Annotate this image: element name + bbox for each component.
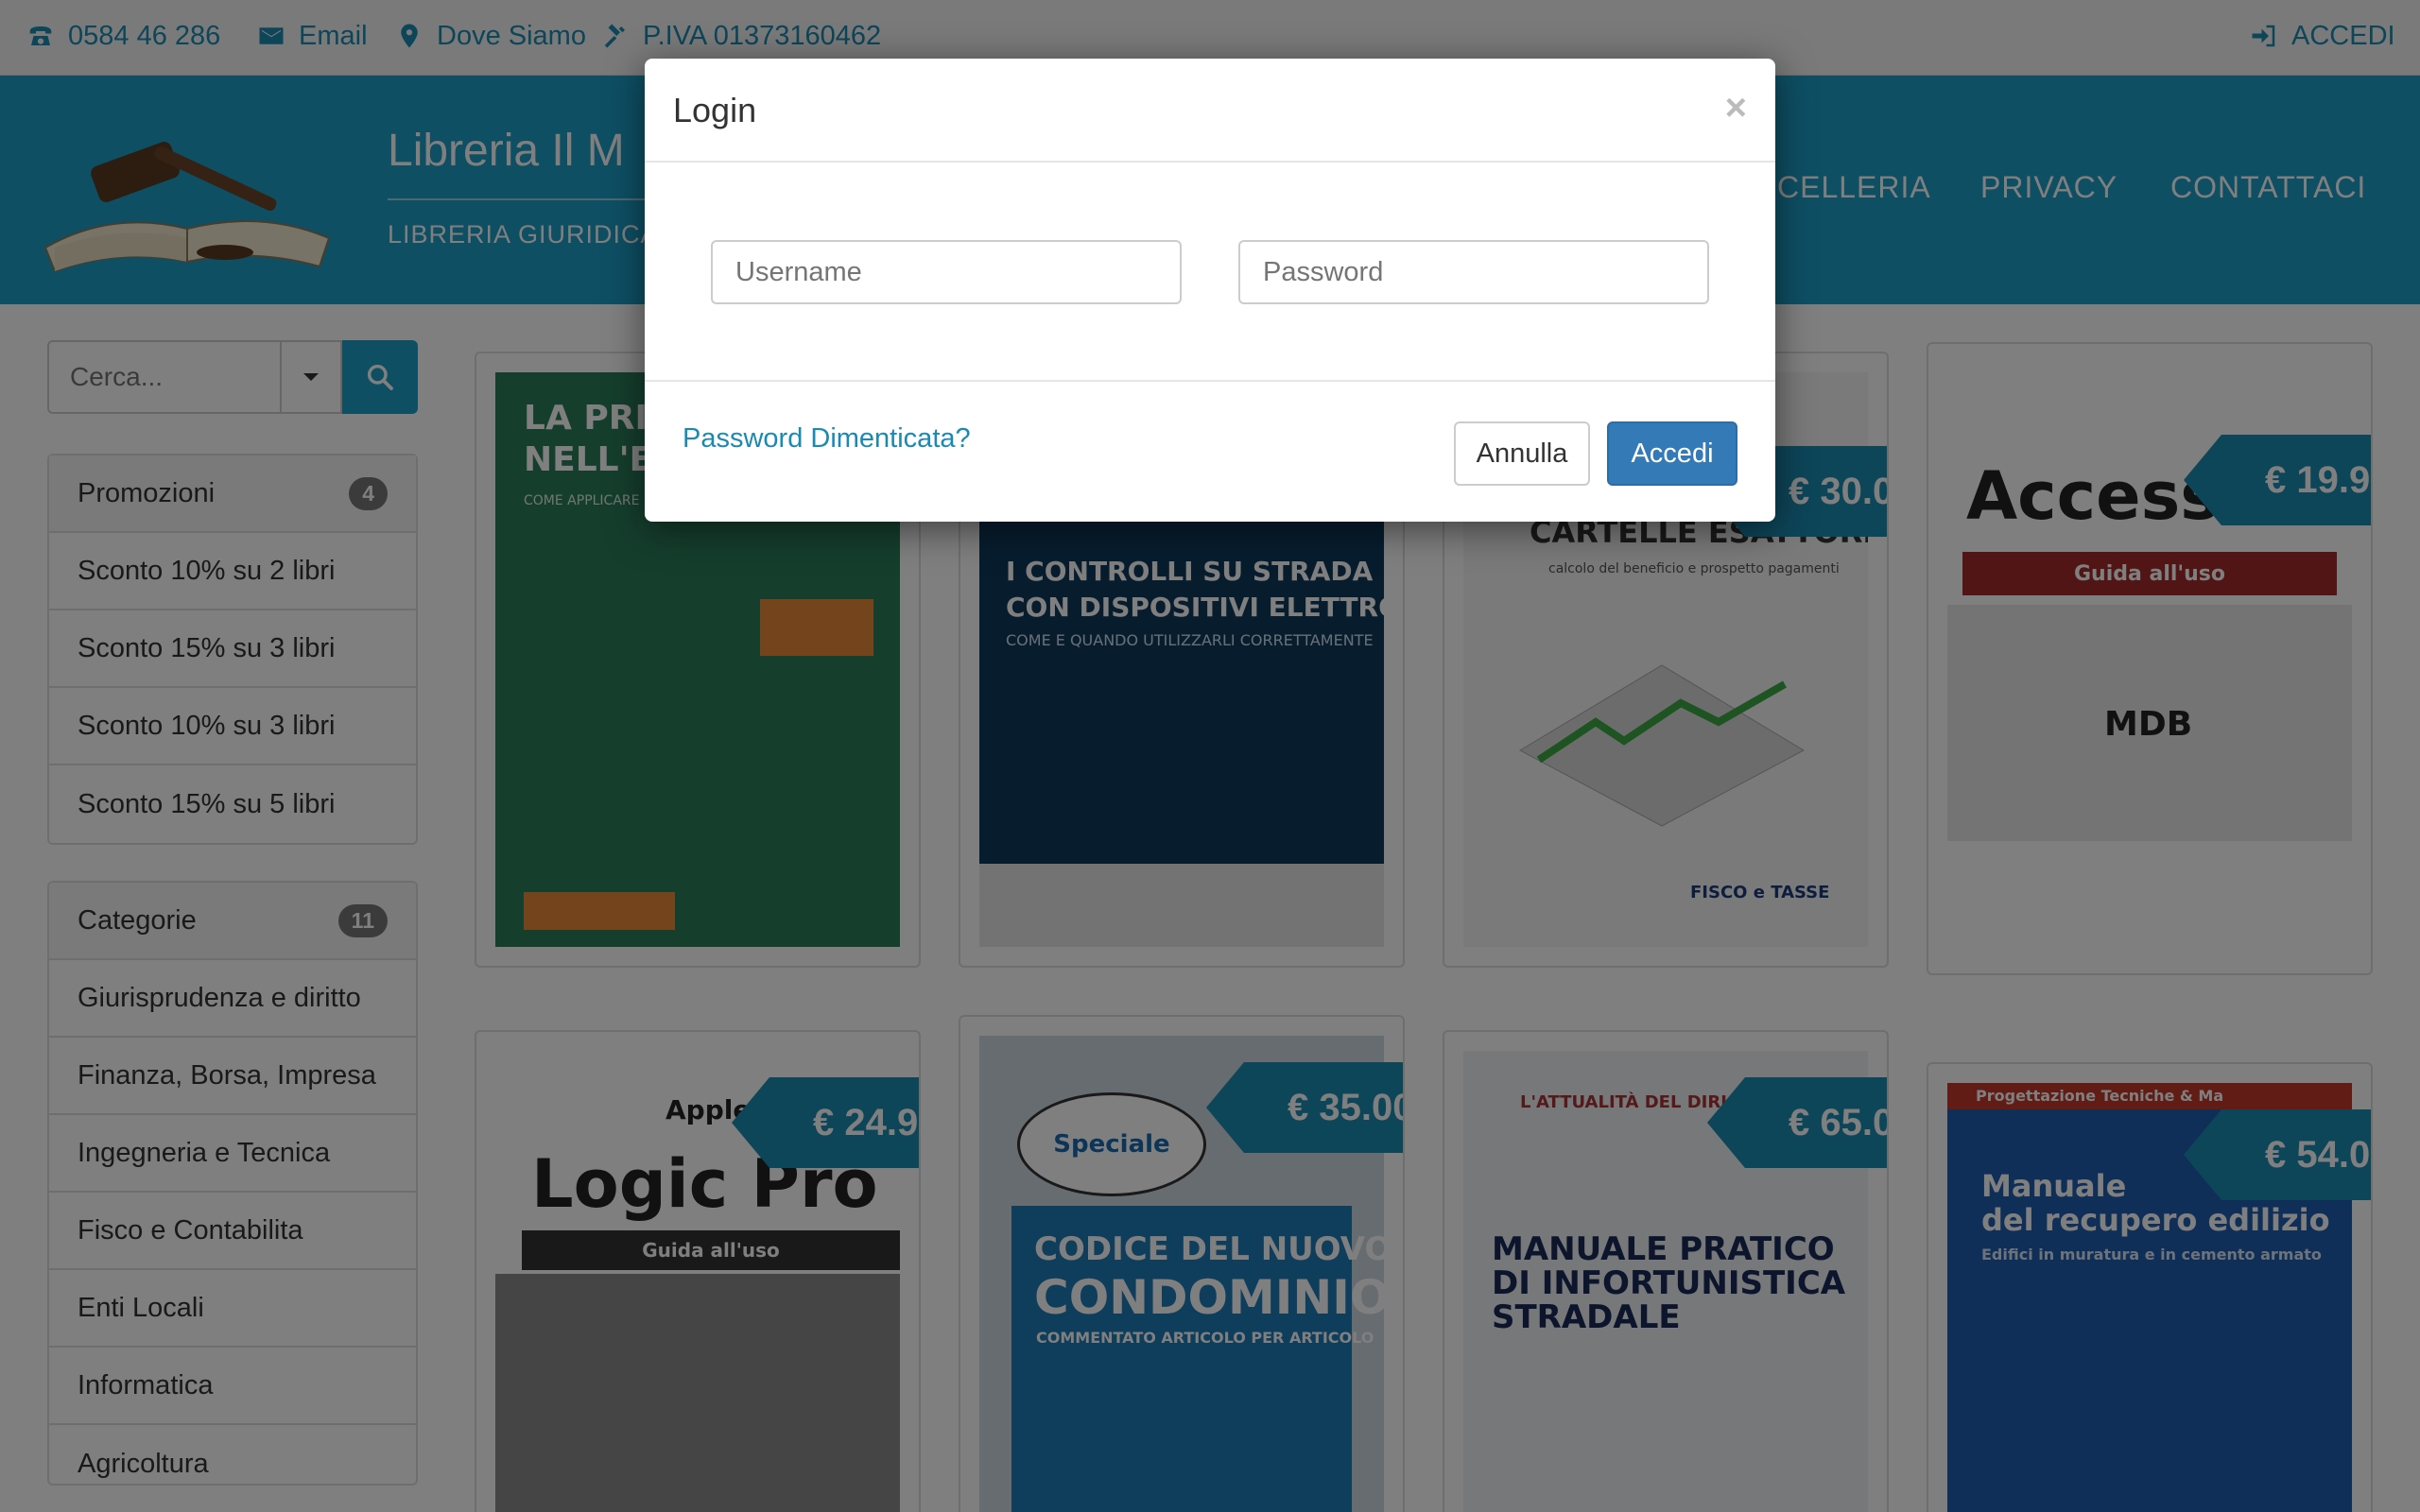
cancel-button[interactable]: Annulla <box>1454 421 1590 486</box>
password-input[interactable] <box>1238 240 1709 304</box>
login-modal: Login × Password Dimenticata? Annulla Ac… <box>645 59 1775 522</box>
forgot-password-link[interactable]: Password Dimenticata? <box>683 423 971 455</box>
username-input[interactable] <box>711 240 1182 304</box>
modal-header: Login × <box>645 59 1775 163</box>
modal-footer: Password Dimenticata? Annulla Accedi <box>645 380 1775 522</box>
close-icon[interactable]: × <box>1725 87 1747 129</box>
submit-login-button[interactable]: Accedi <box>1607 421 1737 486</box>
modal-title: Login <box>673 91 757 129</box>
